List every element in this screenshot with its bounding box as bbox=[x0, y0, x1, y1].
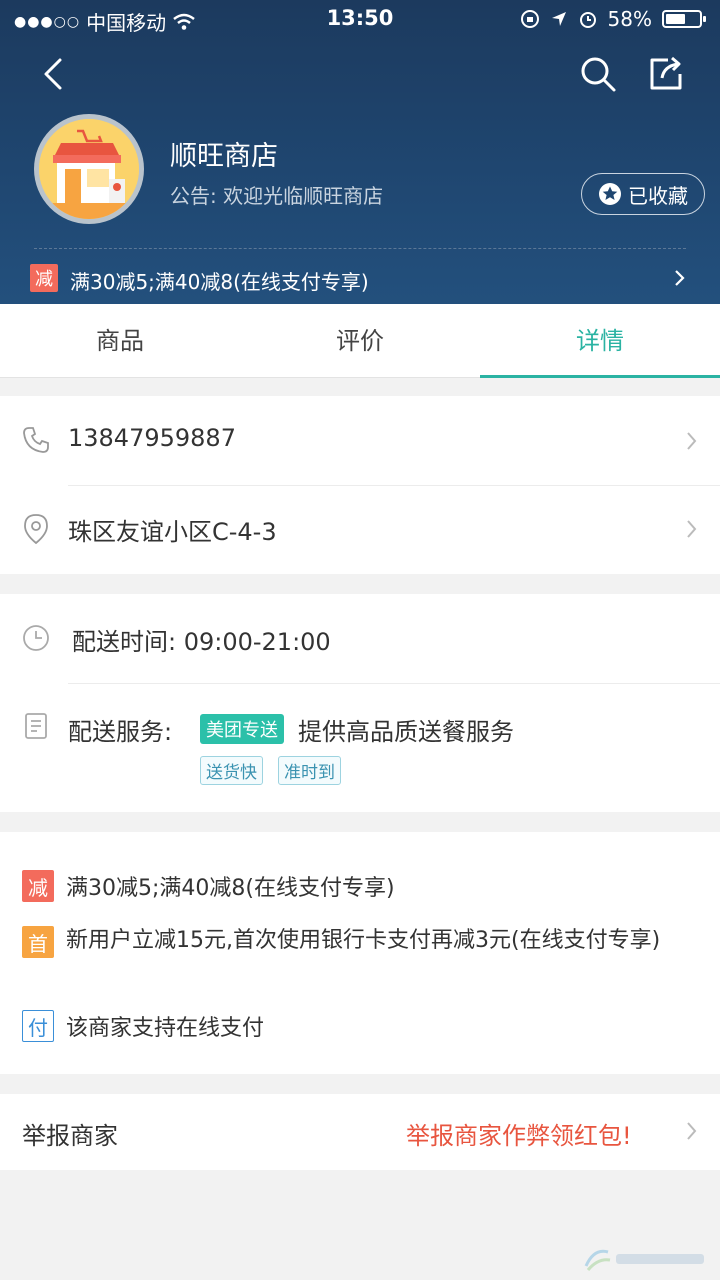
star-icon bbox=[599, 183, 621, 205]
promo-text: 满30减5;满40减8(在线支付专享) bbox=[66, 876, 395, 901]
tab-reviews[interactable]: 评价 bbox=[240, 304, 480, 378]
location-pin-icon bbox=[24, 514, 48, 545]
discount-tag: 减 bbox=[22, 870, 54, 902]
delivery-service-label: 配送服务: bbox=[68, 718, 173, 746]
tab-details[interactable]: 详情 bbox=[480, 304, 720, 378]
orientation-lock-icon bbox=[520, 10, 539, 28]
contact-card: 13847959887 珠区友谊小区C-4-3 bbox=[0, 396, 720, 574]
discount-tag: 减 bbox=[30, 264, 58, 292]
shop-address: 珠区友谊小区C-4-3 bbox=[68, 518, 277, 546]
promotions-card: 减 满30减5;满40减8(在线支付专享) 首 新用户立减15元,首次使用银行卡… bbox=[0, 832, 720, 1074]
shop-avatar bbox=[34, 114, 144, 224]
delivery-time: 配送时间: 09:00-21:00 bbox=[72, 628, 331, 656]
meituan-delivery-badge: 美团专送 bbox=[200, 714, 284, 744]
search-icon[interactable] bbox=[578, 54, 618, 94]
chevron-right-icon bbox=[687, 1122, 697, 1140]
share-icon[interactable] bbox=[646, 54, 686, 94]
battery-icon bbox=[662, 10, 706, 28]
status-bar: ●●●○○ 中国移动 13:50 58% bbox=[0, 0, 720, 36]
address-row[interactable]: 珠区友谊小区C-4-3 bbox=[0, 486, 720, 574]
document-icon bbox=[25, 713, 47, 739]
tab-products[interactable]: 商品 bbox=[0, 304, 240, 378]
service-tag: 送货快 bbox=[200, 756, 263, 785]
tab-bar: 商品 评价 详情 bbox=[0, 304, 720, 378]
shop-notice: 公告: 欢迎光临顺旺商店 bbox=[170, 184, 384, 208]
phone-icon bbox=[23, 427, 49, 453]
battery-percent: 58% bbox=[607, 7, 652, 31]
clock-icon bbox=[23, 625, 49, 651]
header-divider bbox=[34, 248, 686, 249]
chevron-right-icon bbox=[675, 270, 685, 286]
shop-name: 顺旺商店 bbox=[170, 141, 278, 172]
promo-text: 该商家支持在线支付 bbox=[66, 1016, 265, 1041]
header-promo-row[interactable]: 减 满30减5;满40减8(在线支付专享) bbox=[0, 256, 720, 302]
chevron-right-icon bbox=[687, 520, 697, 538]
favorite-label: 已收藏 bbox=[628, 183, 688, 208]
delivery-card: 配送时间: 09:00-21:00 配送服务: 美团专送 提供高品质送餐服务 送… bbox=[0, 594, 720, 812]
divider bbox=[68, 683, 720, 684]
report-row[interactable]: 举报商家 举报商家作弊领红包! bbox=[0, 1094, 720, 1170]
tab-indicator bbox=[480, 375, 720, 378]
alarm-icon bbox=[579, 12, 596, 28]
watermark-logo-icon bbox=[584, 1249, 704, 1271]
report-hint: 举报商家作弊领红包! bbox=[406, 1122, 632, 1150]
report-label: 举报商家 bbox=[22, 1122, 118, 1150]
favorite-button[interactable]: 已收藏 bbox=[581, 173, 705, 215]
service-tag: 准时到 bbox=[278, 756, 341, 785]
shop-header: ●●●○○ 中国移动 13:50 58% 顺旺商店 公告: 欢迎光临顺旺商店 已… bbox=[0, 0, 720, 304]
phone-row[interactable]: 13847959887 bbox=[0, 396, 720, 486]
promo-text: 新用户立减15元,首次使用银行卡支付再减3元(在线支付专享) bbox=[66, 928, 661, 953]
phone-number: 13847959887 bbox=[68, 424, 236, 452]
store-logo-icon bbox=[39, 119, 139, 219]
location-icon bbox=[551, 12, 566, 26]
back-icon[interactable] bbox=[36, 54, 76, 94]
first-order-tag: 首 bbox=[22, 926, 54, 958]
header-promo-text: 满30减5;满40减8(在线支付专享) bbox=[70, 270, 369, 294]
online-pay-tag: 付 bbox=[22, 1010, 54, 1042]
chevron-right-icon bbox=[687, 432, 697, 450]
delivery-service-desc: 提供高品质送餐服务 bbox=[298, 718, 514, 746]
